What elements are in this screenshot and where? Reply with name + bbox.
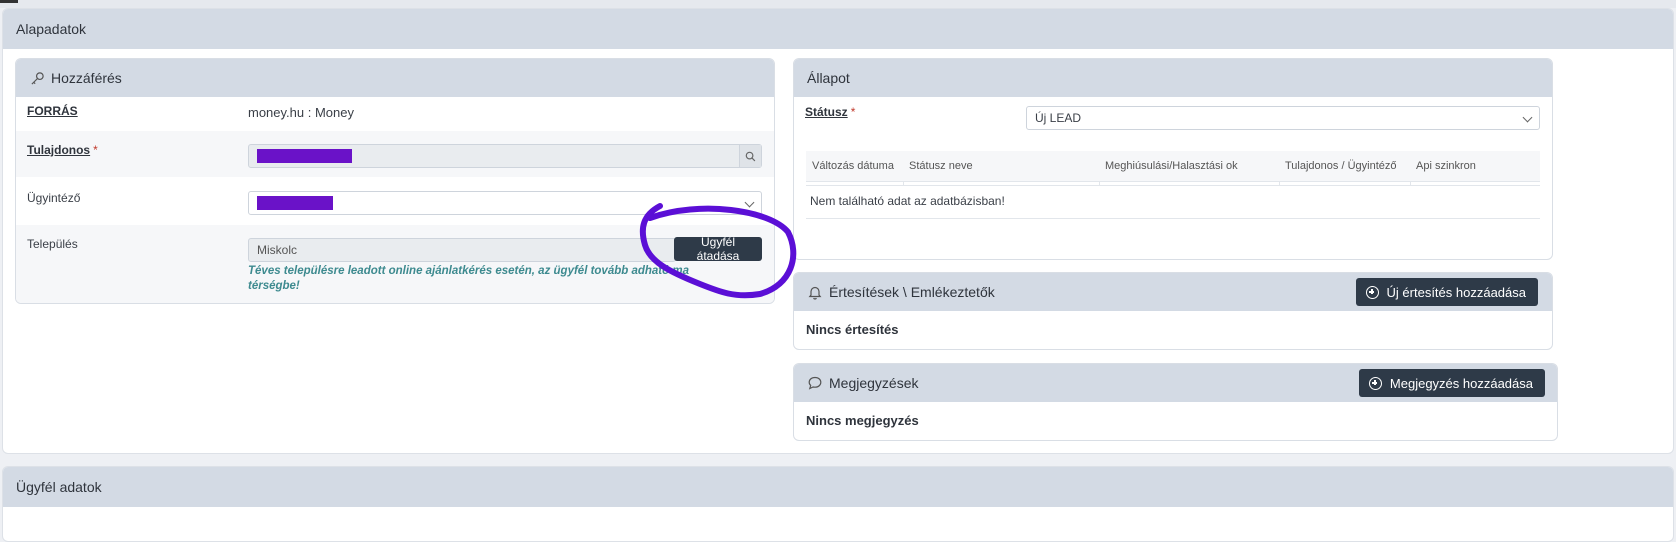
empty-row-divider [806, 218, 1540, 219]
add-note-button[interactable]: Megjegyzés hozzáadása [1358, 369, 1545, 397]
table-spacer-row [806, 181, 1540, 186]
city-value: Miskolc [257, 243, 298, 257]
client-data-title: Ügyfél adatok [16, 479, 102, 495]
access-card: Hozzáférés FORRÁS money.hu : Money Tulaj… [15, 58, 775, 304]
source-value: money.hu : Money [248, 105, 354, 120]
plus-circle-icon [1365, 285, 1379, 299]
column-status-name[interactable]: Státusz neve [903, 151, 1099, 182]
client-data-header[interactable]: Ügyfél adatok [3, 467, 1673, 507]
agent-redaction [257, 196, 333, 210]
status-card: Állapot Státusz * Új LEAD Változás dátuma… [793, 58, 1553, 260]
status-label[interactable]: Státusz [805, 105, 848, 119]
source-label[interactable]: FORRÁS [27, 104, 78, 118]
notes-empty: Nincs megjegyzés [806, 413, 919, 428]
notifications-title: Értesítések \ Emlékeztetők [829, 284, 995, 300]
city-hint-line1: Téves településre leadott online ajánlat… [248, 265, 689, 277]
chevron-down-icon [744, 197, 755, 208]
client-data-panel: Ügyfél adatok [2, 466, 1674, 542]
column-api-sync[interactable]: Api szinkron [1410, 151, 1540, 182]
city-hint-line2: térségbe! [248, 280, 300, 292]
city-label: Település [27, 237, 78, 251]
status-select[interactable]: Új LEAD [1026, 106, 1540, 130]
agent-label: Ügyintéző [27, 191, 81, 205]
add-note-label: Megjegyzés hozzáadása [1389, 375, 1533, 391]
owner-label-wrap: Tulajdonos * [27, 143, 98, 157]
column-owner-agent[interactable]: Tulajdonos / Ügyintéző [1279, 151, 1410, 182]
notifications-card: Értesítések \ Emlékeztetők Új értesítés … [793, 272, 1553, 350]
chevron-down-icon [1522, 112, 1533, 123]
status-required-mark: * [850, 105, 856, 119]
top-mark [0, 0, 18, 3]
transfer-client-button[interactable]: Ügyfél átadása [674, 235, 762, 263]
owner-field[interactable] [248, 144, 762, 168]
basic-data-title: Alapadatok [16, 21, 87, 37]
notifications-empty: Nincs értesítés [806, 322, 899, 337]
speech-bubble-icon [807, 375, 823, 391]
notes-title: Megjegyzések [829, 375, 919, 391]
owner-redaction [257, 149, 352, 163]
access-title: Hozzáférés [51, 70, 122, 86]
plus-circle-icon [1368, 376, 1382, 390]
add-notification-label: Új értesítés hozzáadása [1386, 284, 1526, 300]
access-card-header: Hozzáférés [16, 59, 774, 97]
search-icon[interactable] [739, 145, 761, 167]
top-strip [0, 0, 1676, 8]
notes-card: Megjegyzések Megjegyzés hozzáadása Nincs… [793, 363, 1558, 441]
owner-label[interactable]: Tulajdonos [27, 143, 90, 157]
column-reason[interactable]: Meghiúsulási/Halasztási ok [1099, 151, 1279, 182]
status-title: Állapot [807, 70, 850, 86]
basic-data-header: Alapadatok [3, 9, 1673, 49]
add-notification-button[interactable]: Új értesítés hozzáadása [1355, 278, 1538, 306]
agent-select[interactable] [248, 191, 762, 215]
key-icon [29, 70, 45, 86]
city-hint: Téves településre leadott online ajánlat… [248, 264, 768, 294]
owner-required-mark: * [93, 143, 98, 157]
status-empty-message: Nem található adat az adatbázisban! [810, 194, 1005, 208]
status-card-header: Állapot [794, 59, 1552, 97]
city-field[interactable]: Miskolc [248, 238, 676, 262]
column-change-date[interactable]: Változás dátuma [806, 151, 903, 182]
status-value: Új LEAD [1035, 111, 1082, 125]
status-label-wrap: Státusz * [805, 105, 855, 119]
bell-icon [807, 284, 823, 300]
table-header-row: Változás dátuma Státusz neve Meghiúsulás… [806, 151, 1540, 182]
status-history-table: Változás dátuma Státusz neve Meghiúsulás… [806, 151, 1540, 186]
